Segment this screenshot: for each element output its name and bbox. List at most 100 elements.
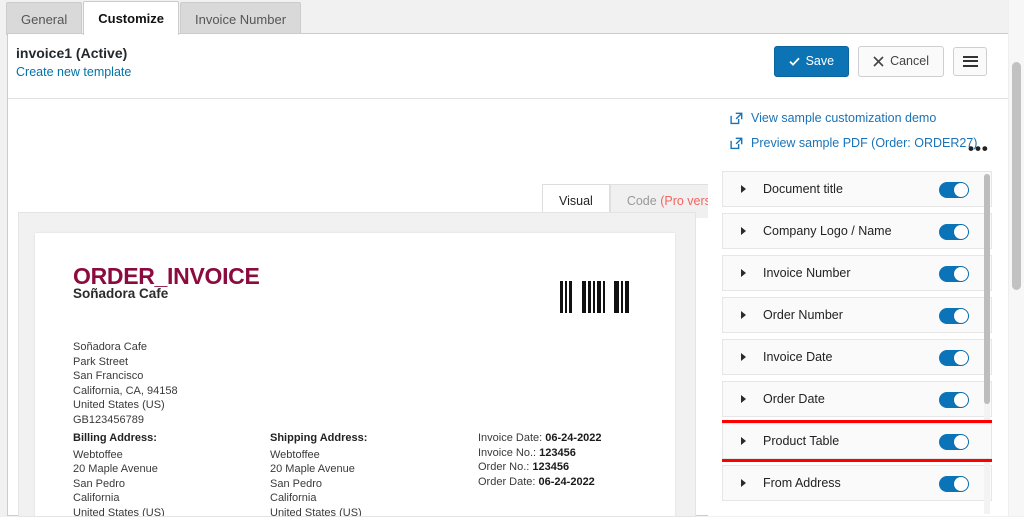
editor-tab-label: Visual (559, 194, 593, 208)
panel-body: Visual Code (Pro version) ORDER_INVOICE S… (8, 99, 1013, 517)
section-toggle[interactable] (939, 308, 969, 324)
editor-tab-label: Code (626, 194, 661, 208)
caret-right-icon[interactable] (741, 395, 746, 403)
template-header: invoice1 (Active) Create new template Sa… (8, 34, 1011, 99)
invoice-meta-row: Invoice Date: 06-24-2022 (478, 431, 602, 446)
from-address-line: GB123456789 (73, 413, 144, 426)
invoice-meta-value: 123456 (539, 446, 576, 459)
invoice-meta-value: 123456 (532, 461, 570, 474)
accordion-scrollbar[interactable] (984, 174, 990, 514)
sidebar-link-1[interactable]: View sample customization demo (730, 111, 977, 125)
caret-right-icon[interactable] (741, 311, 746, 319)
header-actions: Save Cancel (773, 46, 987, 77)
billing-address-line: 20 Maple Avenue (73, 463, 158, 476)
section-toggle[interactable] (939, 350, 969, 366)
invoice-paper: ORDER_INVOICE Soñadora Cafe Soñadora Caf… (35, 233, 675, 517)
sidebar-link-label: View sample customization demo (751, 111, 937, 125)
section-row-invoice-number[interactable]: Invoice Number (722, 255, 992, 291)
invoice-meta-row: Order No.: 123456 (478, 460, 602, 475)
section-row-order-number[interactable]: Order Number (722, 297, 992, 333)
customize-panel: invoice1 (Active) Create new template Sa… (7, 33, 1013, 517)
invoice-meta-row: Invoice No.: 123456 (478, 446, 602, 461)
invoice-meta-value: 06-24-2022 (545, 432, 602, 444)
section-toggle[interactable] (939, 224, 969, 240)
invoice-meta-label: Invoice Date: (478, 432, 546, 444)
tab-invoice-number[interactable]: Invoice Number (179, 2, 302, 35)
section-row-label: Document title (763, 182, 843, 196)
shipping-address-block: Shipping Address: Webtoffee 20 Maple Aven… (270, 431, 368, 517)
invoice-meta-block: Invoice Date: 06-24-2022 Invoice No.: 123… (478, 431, 602, 489)
caret-right-icon[interactable] (741, 185, 746, 193)
ellipsis-icon[interactable]: ••• (968, 140, 989, 157)
sidebar-links: View sample customization demo Preview sa… (730, 111, 977, 161)
section-row-company-logo-name[interactable]: Company Logo / Name (722, 213, 992, 249)
from-address-line: Soñadora Cafe (73, 341, 147, 353)
caret-right-icon[interactable] (741, 353, 746, 361)
section-toggle[interactable] (939, 182, 969, 198)
external-link-icon (730, 137, 743, 149)
shipping-address-line: United States (US) (270, 506, 362, 517)
shipping-address-line: California (270, 492, 317, 505)
section-row-label: Company Logo / Name (763, 224, 892, 238)
page-scrollbar-thumb[interactable] (1012, 62, 1021, 290)
caret-right-icon[interactable] (741, 437, 746, 445)
section-row-document-title[interactable]: Document title (722, 171, 992, 207)
save-button-label: Save (805, 54, 835, 68)
template-menu-button[interactable] (953, 46, 987, 76)
section-row-label: Order Date (763, 392, 825, 406)
section-row-label: Invoice Number (763, 266, 851, 280)
billing-address-line: Webtoffee (73, 448, 123, 461)
section-accordion: Document title Company Logo / Name Invoice… (722, 171, 992, 516)
billing-address-line: United States (US) (73, 506, 165, 517)
section-toggle[interactable] (939, 476, 969, 492)
billing-address-line: California (73, 492, 120, 505)
save-button[interactable]: Save (773, 46, 850, 77)
check-icon (788, 57, 800, 66)
invoice-preview-area: ORDER_INVOICE Soñadora Cafe Soñadora Caf… (18, 212, 696, 517)
section-row-invoice-date[interactable]: Invoice Date (722, 339, 992, 375)
section-row-product-table[interactable]: Product Table (722, 420, 992, 462)
cancel-button-label: Cancel (890, 54, 929, 68)
caret-right-icon[interactable] (741, 227, 746, 235)
caret-right-icon[interactable] (741, 269, 746, 277)
section-toggle[interactable] (939, 392, 969, 408)
from-address-line: California, CA, 94158 (73, 384, 178, 397)
shipping-address-heading: Shipping Address: (270, 432, 368, 444)
tab-general[interactable]: General (6, 2, 83, 35)
create-new-template-link[interactable]: Create new template (16, 65, 131, 79)
external-link-icon (730, 112, 743, 124)
tab-list: General Customize Invoice Number (0, 0, 1024, 35)
section-row-label: From Address (763, 476, 841, 490)
page-title: invoice1 (Active) (16, 45, 128, 61)
cancel-button[interactable]: Cancel (858, 46, 944, 77)
shipping-address-line: Webtoffee (270, 448, 320, 461)
tab-customize[interactable]: Customize (83, 1, 179, 35)
from-address-line: United States (US) (73, 399, 165, 412)
section-toggle[interactable] (939, 266, 969, 282)
section-toggle[interactable] (939, 434, 969, 450)
invoice-meta-label: Order Date: (478, 475, 539, 488)
section-row-order-date[interactable]: Order Date (722, 381, 992, 417)
barcode (560, 281, 631, 313)
settings-tab-strip: General Customize Invoice Number (0, 0, 1024, 35)
from-address-line: San Francisco (73, 370, 144, 383)
section-row-from-address[interactable]: From Address (722, 465, 992, 501)
hamburger-icon (962, 53, 978, 69)
section-row-label: Invoice Date (763, 350, 833, 364)
invoice-meta-label: Invoice No.: (478, 446, 540, 459)
sidebar-link-label: Preview sample PDF (Order: ORDER27) (751, 136, 978, 150)
sidebar-link-2[interactable]: Preview sample PDF (Order: ORDER27) (730, 136, 977, 150)
page-scrollbar[interactable] (1008, 0, 1024, 516)
from-address-line: Park Street (73, 355, 129, 368)
section-row-label: Order Number (763, 308, 843, 322)
invoice-meta-label: Order No.: (478, 461, 533, 474)
from-address-block: Soñadora Cafe Park Street San Francisco Cal… (73, 340, 178, 428)
billing-address-heading: Billing Address: (73, 432, 157, 444)
invoice-company-name: Soñadora Cafe (73, 286, 169, 301)
billing-address-block: Billing Address: Webtoffee 20 Maple Avenu… (73, 431, 201, 517)
caret-right-icon[interactable] (741, 479, 746, 487)
billing-address-line: San Pedro (73, 477, 125, 490)
invoice-meta-value: 06-24-2022 (538, 475, 595, 488)
close-icon (873, 56, 884, 67)
invoice-meta-row: Order Date: 06-24-2022 (478, 475, 602, 490)
